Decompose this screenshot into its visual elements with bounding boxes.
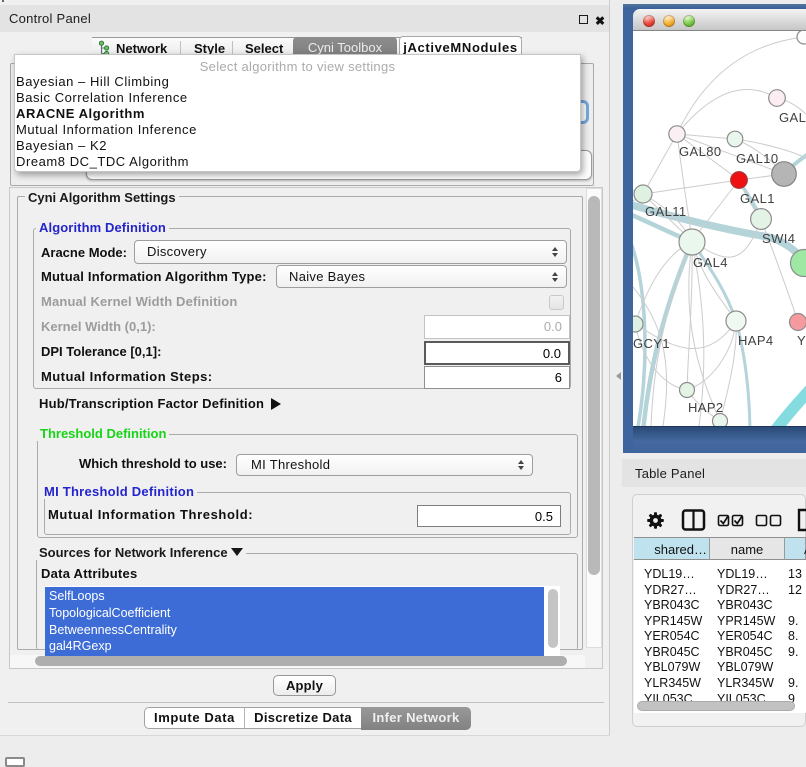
svg-text:GAL11: GAL11 bbox=[645, 204, 687, 219]
svg-text:GAL1: GAL1 bbox=[740, 191, 775, 206]
svg-text:GCY1: GCY1 bbox=[633, 336, 670, 351]
svg-text:HAP4: HAP4 bbox=[738, 333, 774, 348]
svg-text:HAP2: HAP2 bbox=[688, 400, 724, 415]
svg-text:GAL4: GAL4 bbox=[693, 255, 728, 270]
svg-text:GAL7: GAL7 bbox=[779, 110, 806, 125]
svg-text:Y: Y bbox=[797, 333, 806, 348]
svg-text:SWI4: SWI4 bbox=[762, 231, 795, 246]
svg-text:GAL10: GAL10 bbox=[736, 151, 778, 166]
svg-text:GAL80: GAL80 bbox=[679, 144, 721, 159]
